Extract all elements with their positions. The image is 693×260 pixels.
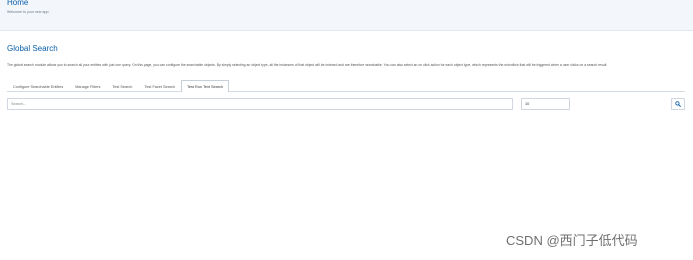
search-button[interactable] [671, 98, 685, 110]
tab-test-run-text-search[interactable]: Test Run Text Search [181, 80, 230, 92]
tab-test-search[interactable]: Test Search [106, 81, 138, 92]
app-subtitle: Welcome to your new app. [7, 10, 50, 14]
app-title: Home [7, 0, 29, 7]
tab-test-facet-search[interactable]: Test Facet Search [138, 81, 181, 92]
page-description: The global search module allows you to s… [7, 63, 607, 67]
tab-bar: Configure Searchable Entities Manage Fil… [7, 80, 685, 92]
page-title: Global Search [7, 44, 58, 53]
app-header: Home Welcome to your new app. [0, 0, 693, 31]
search-input[interactable] [7, 98, 513, 110]
watermark: CSDN @西门子低代码 [506, 233, 638, 248]
tab-manage-filters[interactable]: Manage Filters [69, 81, 106, 92]
tab-configure-searchable-entities[interactable]: Configure Searchable Entities [7, 81, 69, 92]
limit-input[interactable] [521, 98, 570, 110]
search-icon [675, 101, 681, 107]
